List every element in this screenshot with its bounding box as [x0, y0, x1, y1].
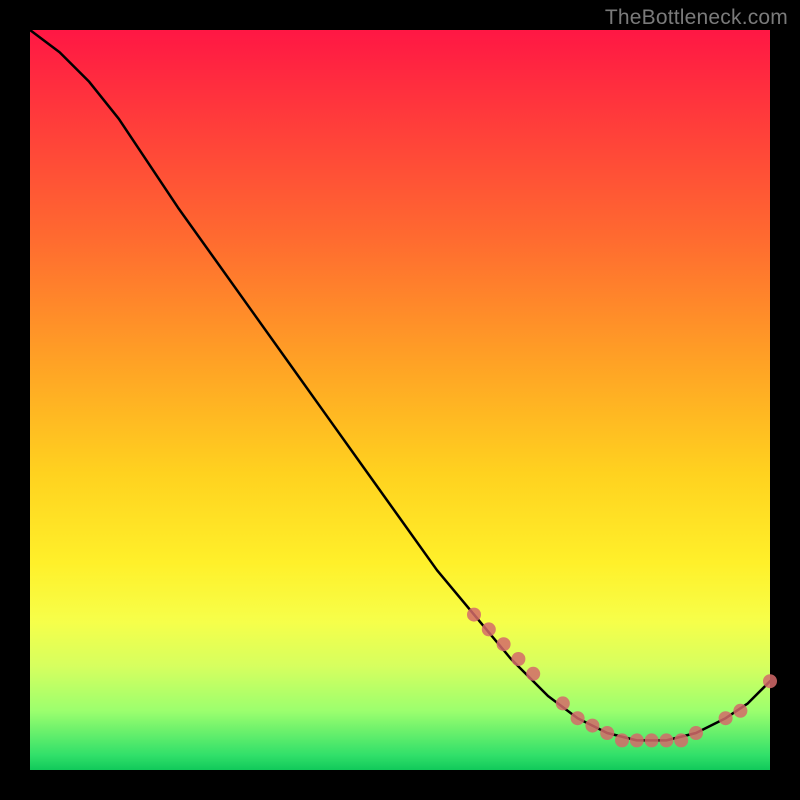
highlight-point [630, 733, 644, 747]
highlight-point [585, 719, 599, 733]
highlight-point [526, 667, 540, 681]
marker-layer [467, 608, 777, 748]
plot-area [30, 30, 770, 770]
chart-frame: TheBottleneck.com [0, 0, 800, 800]
highlight-point [556, 696, 570, 710]
highlight-point [689, 726, 703, 740]
highlight-point [467, 608, 481, 622]
highlight-point [645, 733, 659, 747]
highlight-point [615, 733, 629, 747]
chart-svg [30, 30, 770, 770]
highlight-point [571, 711, 585, 725]
highlight-point [511, 652, 525, 666]
highlight-point [733, 704, 747, 718]
highlight-point [674, 733, 688, 747]
highlight-point [763, 674, 777, 688]
highlight-point [482, 622, 496, 636]
highlight-point [497, 637, 511, 651]
curve-layer [30, 30, 770, 740]
highlight-point [719, 711, 733, 725]
highlight-point [600, 726, 614, 740]
bottleneck-curve [30, 30, 770, 740]
highlight-point [659, 733, 673, 747]
watermark-label: TheBottleneck.com [605, 6, 788, 30]
